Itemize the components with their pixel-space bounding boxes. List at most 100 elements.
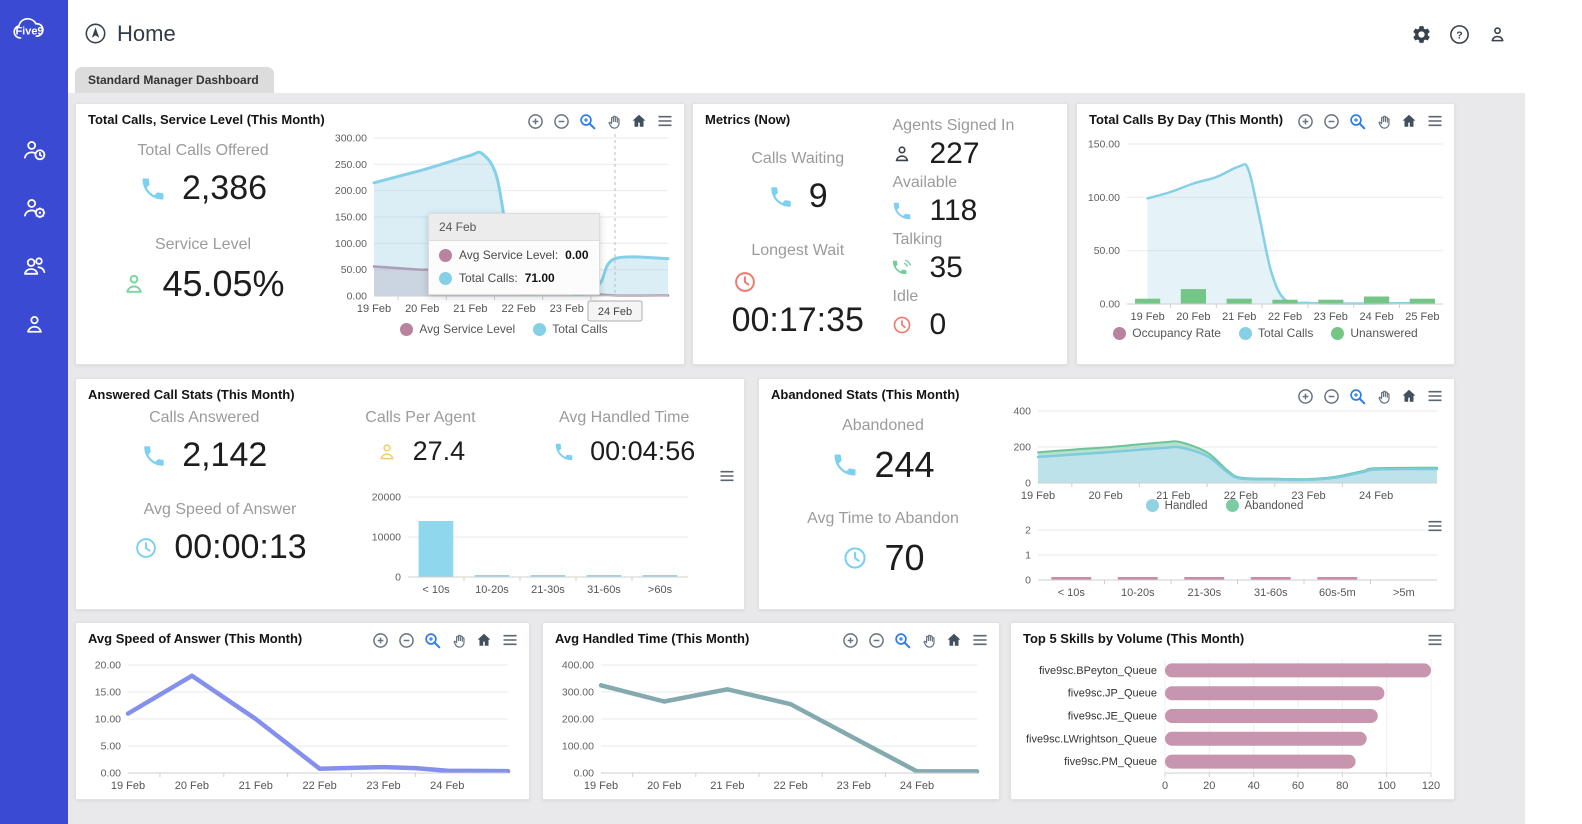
box-zoom-icon[interactable]	[1349, 113, 1366, 130]
panel-title: Total Calls By Day (This Month)	[1089, 112, 1284, 127]
person-icon	[126, 274, 143, 293]
menu-icon[interactable]	[1426, 517, 1444, 535]
box-zoom-icon[interactable]	[579, 113, 596, 130]
svg-text:400.00: 400.00	[562, 660, 594, 672]
zoom-out-icon[interactable]	[1323, 113, 1340, 130]
svg-text:60: 60	[1292, 780, 1304, 792]
menu-icon[interactable]	[501, 631, 519, 649]
legend-item[interactable]: Occupancy Rate	[1113, 326, 1221, 340]
svg-text:200.00: 200.00	[562, 714, 594, 726]
svg-text:22 Feb: 22 Feb	[773, 780, 807, 792]
abandon-time-distribution-chart[interactable]: 0 1 2 < 10s 10-20s 21-30s 31-60s 60s-5m >5m	[1002, 518, 1447, 600]
panel-title: Top 5 Skills by Volume (This Month)	[1023, 631, 1245, 646]
zoom-out-icon[interactable]	[1323, 388, 1340, 405]
menu-icon[interactable]	[1426, 631, 1444, 649]
help-icon[interactable]: ?	[1449, 24, 1470, 45]
svg-text:five9sc.PM_Queue: five9sc.PM_Queue	[1064, 756, 1157, 768]
five9-logo[interactable]: Five9	[11, 12, 57, 51]
clock-icon	[136, 537, 157, 558]
clock-icon	[844, 547, 867, 569]
svg-text:24 Feb: 24 Feb	[900, 780, 934, 792]
svg-text:five9sc.JE_Queue: five9sc.JE_Queue	[1068, 711, 1157, 723]
tooltip-date: 24 Feb	[429, 214, 599, 241]
box-zoom-icon[interactable]	[894, 632, 911, 649]
top-skills-chart[interactable]: five9sc.BPeyton_Queue five9sc.JP_Queue fiv…	[1015, 651, 1452, 797]
svg-text:0.00: 0.00	[1100, 299, 1121, 311]
menu-icon[interactable]	[1426, 112, 1444, 130]
svg-text:19 Feb: 19 Feb	[584, 780, 618, 792]
svg-text:200.00: 200.00	[335, 185, 367, 197]
svg-text:21 Feb: 21 Feb	[710, 780, 744, 792]
legend-item[interactable]: Avg Service Level	[400, 322, 515, 336]
zoom-in-icon[interactable]	[1297, 388, 1314, 405]
zoom-out-icon[interactable]	[553, 113, 570, 130]
agent-status-icon	[23, 140, 45, 160]
pan-icon[interactable]	[450, 632, 467, 649]
total-calls-by-day-chart[interactable]: 0.00 50.00 100.00 150.00 19 Feb 20 Feb 21 Feb 2…	[1081, 130, 1450, 330]
sidebar-item-agent-status[interactable]	[17, 133, 51, 167]
user-icon	[26, 315, 42, 333]
handled-abandoned-chart[interactable]: 0 200 400 19 Feb 20 Feb 21 Feb 22 Feb 23 Feb 24 …	[1002, 403, 1447, 503]
phone-talking-icon	[892, 259, 911, 275]
svg-text:19 Feb: 19 Feb	[1130, 311, 1164, 323]
sidebar-item-supervisors[interactable]	[17, 249, 51, 283]
svg-text:300.00: 300.00	[562, 687, 594, 699]
chart-canvas: 0.00 50.00 100.00 150.00 19 Feb 20 Feb 21 Feb 2…	[1088, 139, 1443, 323]
svg-text:24 Feb: 24 Feb	[1359, 311, 1393, 323]
legend-item[interactable]: Unanswered	[1331, 326, 1418, 340]
sidebar-item-agent-settings[interactable]	[17, 191, 51, 225]
home-icon[interactable]	[476, 632, 492, 648]
home-icon[interactable]	[1401, 388, 1417, 404]
box-zoom-icon[interactable]	[1349, 388, 1366, 405]
svg-text:250.00: 250.00	[335, 159, 367, 171]
svg-text:< 10s: < 10s	[422, 584, 450, 596]
user-icon[interactable]	[1487, 24, 1508, 45]
person-icon	[380, 443, 394, 459]
zoom-out-icon[interactable]	[868, 632, 885, 649]
zoom-in-icon[interactable]	[527, 113, 544, 130]
settings-icon[interactable]	[1411, 24, 1432, 45]
svg-text:20 Feb: 20 Feb	[1176, 311, 1210, 323]
tab-standard-manager-dashboard[interactable]: Standard Manager Dashboard	[75, 67, 274, 93]
svg-text:23 Feb: 23 Feb	[837, 780, 871, 792]
box-zoom-icon[interactable]	[424, 632, 441, 649]
svg-text:0: 0	[395, 572, 401, 584]
svg-text:23 Feb: 23 Feb	[366, 780, 400, 792]
svg-text:19 Feb: 19 Feb	[1021, 490, 1055, 502]
menu-icon[interactable]	[971, 631, 989, 649]
legend-item[interactable]: Total Calls	[533, 322, 608, 336]
home-icon[interactable]	[1401, 113, 1417, 129]
svg-text:19 Feb: 19 Feb	[357, 303, 391, 315]
zoom-in-icon[interactable]	[372, 632, 389, 649]
avg-speed-of-answer-chart[interactable]: 0.00 5.00 10.00 15.00 20.00 19 Feb 20 Feb 21 Fe…	[80, 649, 527, 797]
page-title: Home	[117, 20, 176, 46]
svg-text:200: 200	[1013, 442, 1031, 454]
zoom-in-icon[interactable]	[842, 632, 859, 649]
sidebar-item-user[interactable]	[17, 307, 51, 341]
pan-icon[interactable]	[1375, 113, 1392, 130]
legend-item[interactable]: Abandoned	[1225, 499, 1303, 512]
zoom-in-icon[interactable]	[1297, 113, 1314, 130]
svg-text:60s-5m: 60s-5m	[1319, 587, 1356, 599]
zoom-out-icon[interactable]	[398, 632, 415, 649]
svg-text:21-30s: 21-30s	[1187, 587, 1221, 599]
pan-icon[interactable]	[605, 113, 622, 130]
home-icon[interactable]	[946, 632, 962, 648]
answer-time-distribution-chart[interactable]: 0 10000 20000 < 10s 10-20s 21-30s 31-60s >60s	[360, 489, 698, 599]
brand-text: Five9	[15, 26, 43, 38]
pan-icon[interactable]	[920, 632, 937, 649]
svg-text:31-60s: 31-60s	[1254, 587, 1288, 599]
stat-longest-wait: Longest Wait 00:17:35	[731, 242, 864, 339]
svg-text:0.00: 0.00	[574, 768, 595, 780]
menu-icon[interactable]	[718, 467, 736, 485]
legend-item[interactable]: Handled	[1145, 499, 1208, 512]
svg-text:24 Feb: 24 Feb	[1359, 490, 1393, 502]
svg-text:20: 20	[1203, 780, 1215, 792]
panel-title: Total Calls, Service Level (This Month)	[88, 112, 325, 127]
avg-handled-time-chart[interactable]: 0.00 100.00 200.00 300.00 400.00 19 Feb 20 Feb…	[547, 649, 997, 797]
home-icon[interactable]	[631, 113, 647, 129]
legend-item[interactable]: Total Calls	[1238, 326, 1313, 340]
tab-bar: Standard Manager Dashboard	[68, 67, 1582, 93]
pan-icon[interactable]	[1375, 388, 1392, 405]
svg-text:100.00: 100.00	[562, 741, 594, 753]
